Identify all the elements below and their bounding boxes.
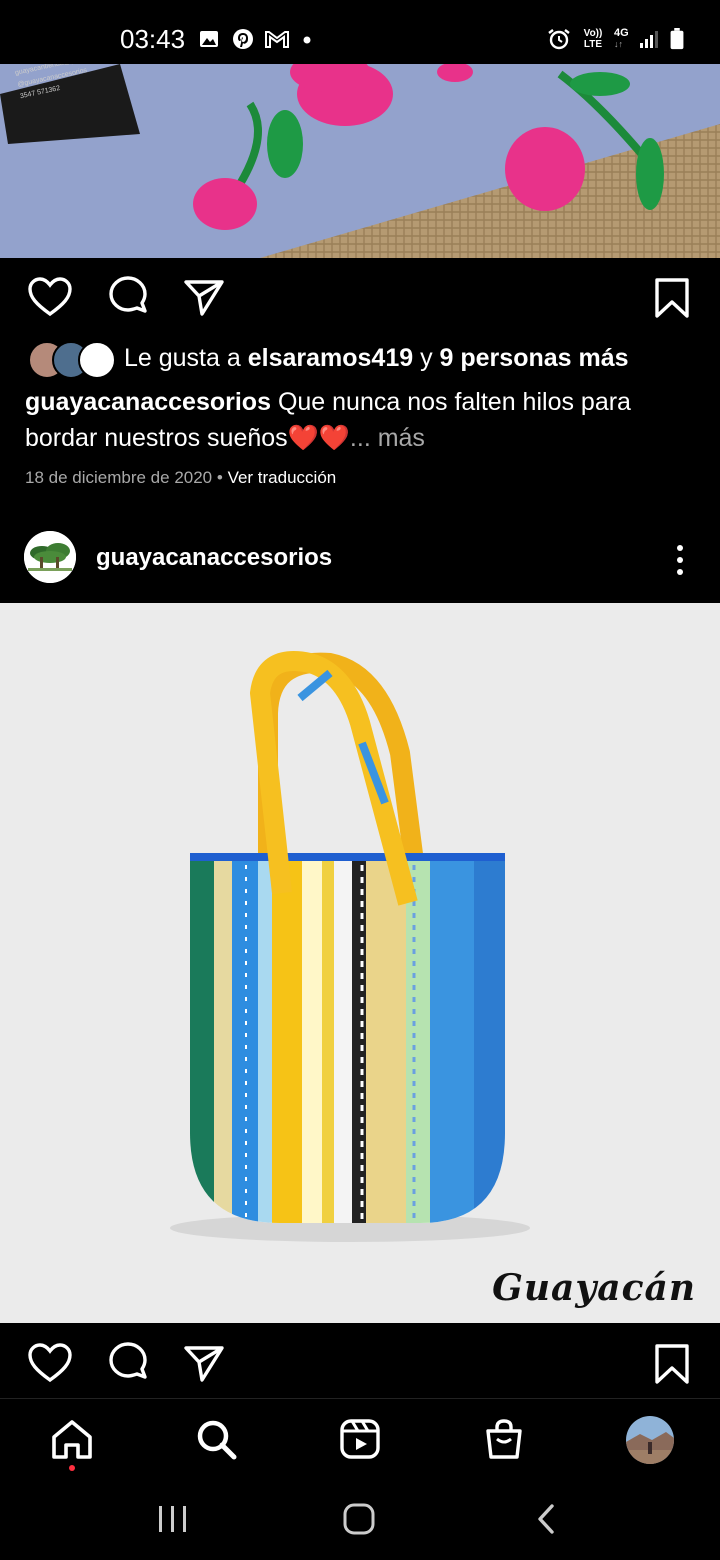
notification-dot — [69, 1465, 75, 1471]
likes-text: Le gusta a elsaramos419 y 9 personas más — [124, 344, 629, 373]
caption-username[interactable]: guayacanaccesorios — [25, 388, 271, 416]
bookmark-icon[interactable] — [648, 274, 696, 322]
post2-action-bar — [0, 1338, 720, 1392]
shop-icon[interactable] — [482, 1417, 526, 1461]
comment-icon[interactable] — [104, 1340, 152, 1388]
status-bar: 03:43 Vo)) LTE 4G ↓↑ — [0, 0, 720, 64]
volte-icon: Vo)) LTE — [580, 28, 606, 50]
likes-joiner: y — [420, 344, 433, 372]
tree-logo-icon — [24, 531, 76, 583]
battery-icon — [670, 28, 684, 50]
volte-top-label: Vo)) — [583, 28, 603, 39]
reels-icon[interactable] — [338, 1417, 382, 1461]
liker-avatar — [78, 341, 116, 379]
like-icon[interactable] — [26, 274, 74, 322]
likes-user[interactable]: elsaramos419 — [248, 344, 413, 372]
translate-link[interactable]: Ver traducción — [228, 468, 337, 487]
post2-header: guayacanaccesorios — [0, 518, 720, 602]
likes-others[interactable]: 9 personas más — [440, 344, 629, 372]
share-icon[interactable] — [180, 1340, 228, 1388]
dot-icon — [303, 36, 311, 44]
post-photo-embroidery[interactable]: guayacantienda@gmail.com @guayacanacceso… — [0, 64, 720, 258]
more-options-icon[interactable] — [668, 542, 692, 578]
4g-icon: 4G ↓↑ — [614, 27, 629, 49]
likes-row[interactable]: Le gusta a elsaramos419 y 9 personas más — [28, 340, 708, 380]
system-nav-bar — [0, 1480, 720, 1560]
recents-button[interactable] — [156, 1504, 190, 1534]
bottom-nav — [0, 1398, 720, 1481]
image-icon — [200, 31, 218, 47]
post1-caption: guayacanaccesorios Que nunca nos falten … — [25, 384, 705, 456]
search-icon[interactable] — [194, 1417, 238, 1461]
post1-action-bar — [0, 272, 720, 326]
post1-date-row: 18 de diciembre de 2020 • Ver traducción — [25, 468, 336, 488]
net-label: 4G — [614, 27, 629, 39]
comment-icon[interactable] — [104, 274, 152, 322]
post-date: 18 de diciembre de 2020 — [25, 468, 213, 487]
date-separator: • — [216, 468, 228, 487]
avatar[interactable] — [24, 531, 76, 583]
volte-bottom-label: LTE — [583, 39, 603, 50]
profile-avatar[interactable] — [624, 1414, 676, 1466]
post-username[interactable]: guayacanaccesorios — [96, 544, 332, 572]
back-button[interactable] — [534, 1502, 560, 1536]
gmail-icon — [265, 31, 289, 48]
home-button[interactable] — [342, 1502, 376, 1536]
pinterest-icon — [233, 29, 253, 49]
likes-prefix: Le gusta a — [124, 344, 241, 372]
watermark-text: Guayacán — [492, 1267, 696, 1309]
home-icon[interactable] — [50, 1417, 94, 1461]
like-icon[interactable] — [26, 1340, 74, 1388]
signal-icon — [640, 31, 658, 48]
tote-bag-image — [0, 603, 720, 1323]
status-time: 03:43 — [120, 24, 186, 54]
alarm-icon — [548, 29, 570, 50]
net-arrows-icon: ↓↑ — [614, 39, 623, 49]
bookmark-icon[interactable] — [648, 1340, 696, 1388]
post-photo-bag[interactable]: Guayacán — [0, 603, 720, 1323]
embroidery-image — [0, 64, 720, 258]
share-icon[interactable] — [180, 274, 228, 322]
caption-more-link[interactable]: ... más — [350, 424, 425, 452]
profile-photo — [626, 1416, 674, 1464]
